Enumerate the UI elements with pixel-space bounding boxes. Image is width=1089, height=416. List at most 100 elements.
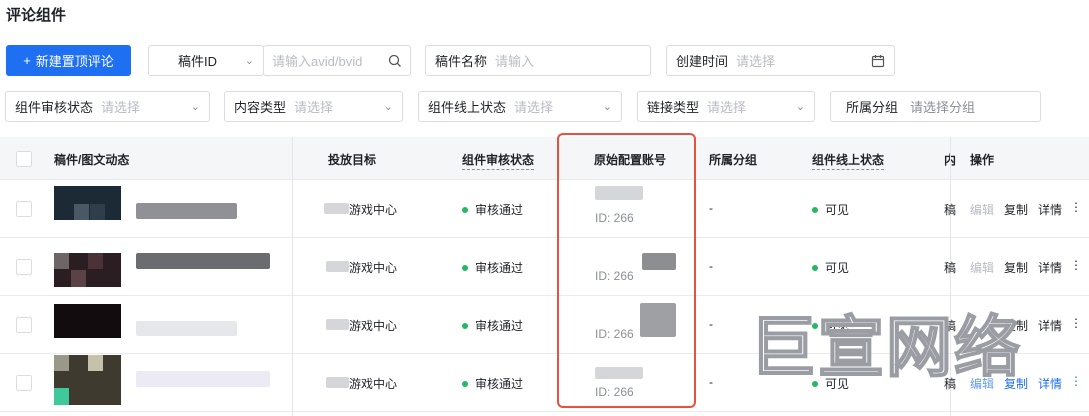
audit-status-text: 审核通过 (475, 377, 524, 391)
created-time-placeholder: 请选择 (736, 54, 776, 69)
group-cell: - (709, 317, 713, 331)
row-checkbox[interactable] (16, 259, 32, 275)
audit-status-text: 审核通过 (475, 203, 524, 217)
audit-status-text: 审核通过 (475, 319, 524, 333)
filter-link-type[interactable]: 链接类型 请选择 ⌄ (637, 91, 815, 122)
column-actions: 操作 (970, 153, 995, 167)
filter-audit-status[interactable]: 组件审核状态 请选择 ⌄ (5, 91, 210, 122)
column-online-status[interactable]: 组件线上状态 (812, 151, 885, 170)
group-cell: - (709, 259, 713, 273)
filter-audit-status-label: 组件审核状态 (15, 100, 94, 115)
filter-content-type-placeholder: 请选择 (294, 100, 334, 115)
filter-audit-status-placeholder: 请选择 (101, 100, 141, 115)
group-cell: - (709, 201, 713, 215)
content-type-cell: 稿 (944, 261, 957, 275)
audit-status-cell: 审核通过 (462, 317, 523, 334)
blurred-target-prefix (326, 261, 349, 272)
manuscript-name-placeholder: 请输入 (495, 54, 535, 69)
calendar-icon (871, 55, 885, 68)
row-checkbox[interactable] (16, 375, 32, 391)
row-checkbox[interactable] (16, 201, 32, 217)
manuscript-type-select[interactable]: 稿件ID ⌄ (148, 45, 264, 76)
filter-group-label: 所属分组 (846, 100, 899, 115)
filter-content-type-label: 内容类型 (234, 100, 287, 115)
target-cell: 游戏中心 (349, 261, 398, 275)
filter-link-type-placeholder: 请选择 (707, 100, 747, 115)
filter-link-type-label: 链接类型 (647, 100, 700, 115)
fixed-column-divider (292, 137, 293, 416)
new-button-label: 新建置顶评论 (35, 54, 114, 69)
more-icon[interactable]: ⋮ (1070, 374, 1082, 388)
content-type-cell: 稿 (944, 203, 957, 217)
chevron-down-icon: ⌄ (190, 101, 200, 113)
filter-group-placeholder: 请选择分组 (910, 100, 976, 115)
manuscript-search-placeholder: 请输入avid/bvid (272, 54, 363, 69)
blurred-target-prefix (326, 319, 349, 330)
column-group: 所属分组 (709, 153, 758, 167)
manuscript-thumbnail[interactable] (54, 355, 121, 405)
row-checkbox[interactable] (16, 317, 32, 333)
chevron-down-icon: ⌄ (602, 101, 612, 113)
manuscript-name-field[interactable]: 稿件名称 请输入 (425, 45, 651, 76)
group-cell: - (709, 375, 713, 389)
detail-button[interactable]: 详情 (1038, 259, 1062, 276)
filter-online-status-label: 组件线上状态 (428, 100, 507, 115)
more-icon[interactable]: ⋮ (1070, 316, 1082, 330)
table-header (0, 137, 1089, 179)
copy-button[interactable]: 复制 (1004, 201, 1028, 218)
online-status-text: 可见 (825, 203, 850, 217)
manuscript-thumbnail[interactable] (54, 304, 121, 338)
created-time-picker[interactable]: 创建时间 请选择 (666, 45, 895, 76)
chevron-down-icon: ⌄ (383, 101, 393, 113)
copy-button[interactable]: 复制 (1004, 259, 1028, 276)
audit-status-cell: 审核通过 (462, 375, 523, 392)
blurred-manuscript-title (136, 253, 270, 269)
row-divider (0, 179, 1089, 180)
column-manuscript: 稿件/图文动态 (54, 153, 130, 167)
more-icon[interactable]: ⋮ (1070, 200, 1082, 214)
status-dot (812, 265, 818, 271)
blurred-manuscript-title (136, 371, 270, 387)
online-status-text: 可见 (825, 261, 850, 275)
audit-status-text: 审核通过 (475, 261, 524, 275)
highlight-box (557, 133, 696, 408)
filter-group[interactable]: 所属分组 请选择分组 (830, 91, 1041, 122)
watermark-logo: 巨宣网络 (749, 308, 1022, 387)
blurred-target-prefix (324, 203, 349, 214)
manuscript-thumbnail[interactable] (54, 186, 121, 220)
filter-online-status[interactable]: 组件线上状态 请选择 ⌄ (418, 91, 622, 122)
chevron-down-icon: ⌄ (244, 55, 254, 67)
edit-button[interactable]: 编辑 (970, 259, 994, 276)
manuscript-name-label: 稿件名称 (435, 54, 488, 69)
filter-content-type[interactable]: 内容类型 请选择 ⌄ (224, 91, 403, 122)
blurred-manuscript-title (136, 321, 237, 336)
status-dot (462, 207, 468, 213)
row-divider (0, 411, 1089, 412)
target-cell: 游戏中心 (349, 203, 398, 217)
blurred-target-prefix (326, 377, 349, 388)
created-time-label: 创建时间 (676, 54, 729, 69)
filter-online-status-placeholder: 请选择 (514, 100, 554, 115)
detail-button[interactable]: 详情 (1038, 201, 1062, 218)
column-audit-status[interactable]: 组件审核状态 (462, 151, 535, 170)
manuscript-thumbnail[interactable] (54, 253, 121, 287)
blurred-manuscript-title (136, 203, 237, 219)
search-icon[interactable] (388, 54, 402, 68)
select-all-checkbox[interactable] (16, 151, 32, 167)
manuscript-type-value: 稿件ID (178, 54, 218, 69)
more-icon[interactable]: ⋮ (1070, 258, 1082, 272)
row-divider (0, 237, 1089, 238)
manuscript-search-input[interactable]: 请输入avid/bvid (263, 45, 411, 76)
column-target: 投放目标 (328, 153, 377, 167)
audit-status-cell: 审核通过 (462, 201, 523, 218)
audit-status-cell: 审核通过 (462, 259, 523, 276)
target-cell: 游戏中心 (349, 377, 398, 391)
online-status-cell: 可见 (812, 201, 849, 218)
new-pinned-comment-button[interactable]: + 新建置顶评论 (6, 45, 131, 76)
detail-button[interactable]: 详情 (1038, 317, 1062, 334)
page-title: 评论组件 (6, 7, 67, 24)
edit-button[interactable]: 编辑 (970, 201, 994, 218)
status-dot (462, 323, 468, 329)
detail-button[interactable]: 详情 (1038, 375, 1062, 392)
status-dot (462, 265, 468, 271)
